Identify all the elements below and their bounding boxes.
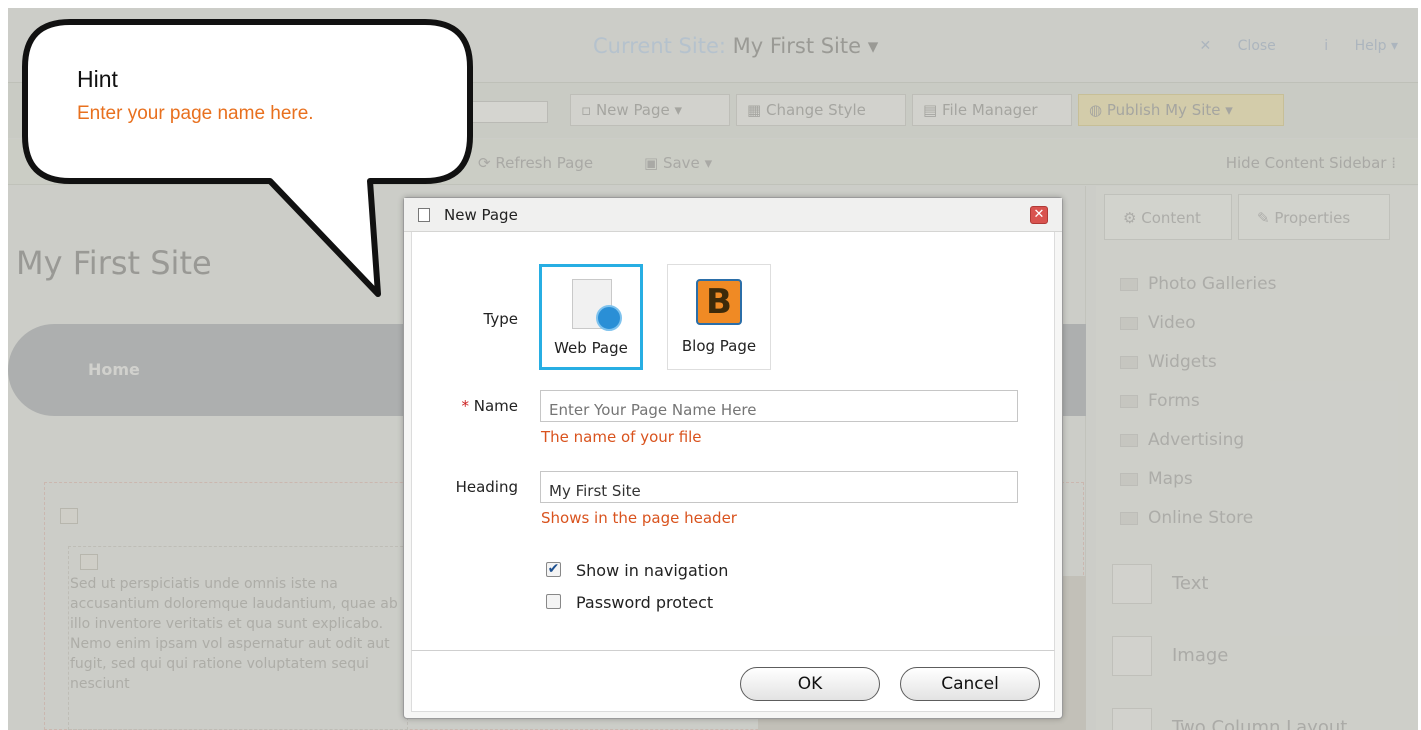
hint-title: Hint xyxy=(77,66,118,92)
hint-bubble-shape xyxy=(22,19,473,297)
hint-body: Enter your page name here. xyxy=(77,103,314,124)
